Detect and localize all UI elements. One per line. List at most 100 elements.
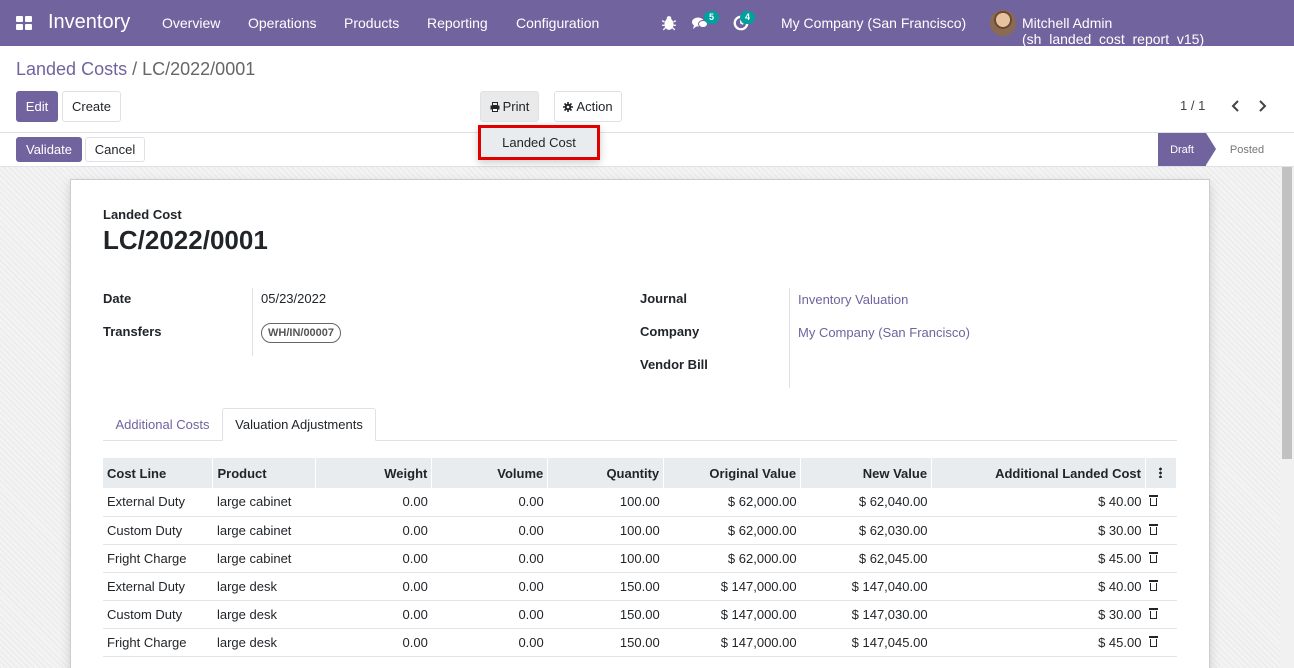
status-draft[interactable]: Draft [1158, 133, 1216, 166]
gear-icon [563, 101, 574, 112]
tab-additional-costs[interactable]: Additional Costs [103, 408, 222, 441]
vendor-bill-label: Vendor Bill [640, 357, 708, 372]
cell-quantity: 150.00 [619, 578, 660, 594]
breadcrumb-separator: / [132, 59, 138, 79]
vertical-scrollbar[interactable] [1280, 133, 1294, 668]
cell-quantity: 100.00 [619, 522, 660, 538]
table-row[interactable]: External Duty large desk 0.00 0.00 150.00 $ 1… [103, 572, 1177, 600]
cell-cost-line: Custom Duty [107, 606, 183, 622]
cell-additional-landed-cost: $ 40.00 [1098, 494, 1142, 510]
menu-operations[interactable]: Operations [248, 15, 316, 31]
table-row[interactable]: Fright Charge large cabinet 0.00 0.00 100.00… [103, 544, 1177, 572]
cell-quantity: 150.00 [619, 606, 660, 622]
trash-icon[interactable] [1149, 607, 1159, 619]
left-field-divider [252, 288, 253, 356]
column-additional-landed-cost[interactable]: Additional Landed Cost [931, 458, 1146, 488]
activities-count-badge: 4 [740, 11, 755, 24]
menu-reporting[interactable]: Reporting [427, 15, 488, 31]
pager-value[interactable]: 1 / 1 [1180, 98, 1205, 113]
action-button[interactable]: Action [554, 91, 622, 122]
scroll-thumb[interactable] [1282, 149, 1292, 459]
notebook-tabs: Additional Costs Valuation Adjustments [103, 408, 1177, 441]
column-original-value[interactable]: Original Value [663, 458, 802, 488]
cell-new-value: $ 62,045.00 [858, 550, 928, 566]
date-field[interactable]: 05/23/2022 [261, 291, 326, 306]
validate-button[interactable]: Validate [16, 137, 82, 162]
menu-products[interactable]: Products [344, 15, 399, 31]
cell-cost-line: Fright Charge [107, 634, 187, 650]
cell-original-value: $ 62,000.00 [727, 494, 797, 510]
cell-cost-line: External Duty [107, 494, 186, 510]
trash-icon[interactable] [1149, 551, 1159, 563]
optional-columns-toggle[interactable] [1145, 458, 1178, 488]
journal-field[interactable]: Inventory Valuation [798, 292, 908, 307]
cell-quantity: 150.00 [619, 634, 660, 650]
cell-weight: 0.00 [402, 550, 428, 566]
column-new-value[interactable]: New Value [800, 458, 933, 488]
printer-icon [490, 101, 500, 112]
company-switcher[interactable]: My Company (San Francisco) [781, 15, 966, 31]
table-row[interactable]: Fright Charge large desk 0.00 0.00 150.00 $ 1… [103, 628, 1177, 656]
kebab-menu-icon[interactable] [1159, 466, 1163, 478]
cell-product: large desk [216, 634, 277, 650]
cell-cost-line: External Duty [107, 578, 186, 594]
column-cost-line[interactable]: Cost Line [103, 458, 214, 488]
row-delete-cell [1145, 600, 1176, 628]
trash-icon[interactable] [1149, 523, 1159, 535]
column-weight[interactable]: Weight [315, 458, 433, 488]
cell-weight: 0.00 [402, 578, 428, 594]
table-row[interactable]: Custom Duty large cabinet 0.00 0.00 100.00 $ … [103, 516, 1177, 544]
cell-product: large desk [216, 578, 277, 594]
breadcrumb-current: LC/2022/0001 [142, 59, 256, 79]
print-dropdown-menu: Landed Cost [478, 125, 600, 160]
transfer-tag[interactable]: WH/IN/00007 [261, 323, 342, 343]
transfers-label: Transfers [103, 324, 162, 339]
breadcrumb-landed-costs[interactable]: Landed Costs [16, 59, 127, 79]
cell-original-value: $ 147,000.00 [720, 578, 797, 594]
column-quantity[interactable]: Quantity [547, 458, 665, 488]
cell-new-value: $ 147,040.00 [851, 578, 928, 594]
app-title[interactable]: Inventory [48, 11, 130, 34]
cell-weight: 0.00 [402, 494, 428, 510]
print-button[interactable]: Print [480, 91, 539, 122]
bug-icon[interactable] [661, 15, 677, 31]
cell-additional-landed-cost: $ 40.00 [1098, 578, 1142, 594]
breadcrumb: Landed Costs / LC/2022/0001 [16, 59, 255, 80]
trash-icon[interactable] [1149, 579, 1159, 591]
user-menu[interactable]: Mitchell Admin (sh_landed_cost_report_v1… [1022, 15, 1294, 47]
document-type-label: Landed Cost [103, 207, 182, 222]
pager-next-icon[interactable] [1258, 100, 1268, 112]
cell-original-value: $ 62,000.00 [727, 522, 797, 538]
column-volume[interactable]: Volume [431, 458, 549, 488]
row-delete-cell [1145, 628, 1176, 656]
right-field-divider [789, 288, 790, 388]
trash-icon[interactable] [1149, 635, 1159, 647]
row-delete-cell [1145, 572, 1176, 600]
edit-button[interactable]: Edit [16, 91, 58, 122]
apps-menu-icon[interactable] [16, 16, 32, 30]
menu-overview[interactable]: Overview [162, 15, 220, 31]
print-landed-cost-item[interactable]: Landed Cost [481, 128, 597, 157]
menu-configuration[interactable]: Configuration [516, 15, 599, 31]
cell-new-value: $ 62,030.00 [858, 522, 928, 538]
table-row[interactable]: External Duty large cabinet 0.00 0.00 100.00… [103, 488, 1177, 516]
cancel-button[interactable]: Cancel [85, 137, 145, 162]
cell-volume: 0.00 [518, 634, 544, 650]
cell-weight: 0.00 [402, 606, 428, 622]
cell-cost-line: Fright Charge [107, 550, 187, 566]
status-posted[interactable]: Posted [1222, 133, 1272, 166]
column-product[interactable]: Product [212, 458, 317, 488]
table-row[interactable]: Custom Duty large desk 0.00 0.00 150.00 $ 147… [103, 600, 1177, 628]
cell-product: large cabinet [216, 550, 292, 566]
user-avatar[interactable] [990, 10, 1016, 36]
form-sheet: Landed Cost LC/2022/0001 Date 05/23/2022… [70, 179, 1210, 668]
company-label: Company [640, 324, 700, 339]
tab-valuation-adjustments[interactable]: Valuation Adjustments [222, 408, 376, 441]
journal-label: Journal [640, 291, 687, 306]
cell-volume: 0.00 [518, 522, 544, 538]
trash-icon[interactable] [1149, 495, 1159, 507]
pager-previous-icon[interactable] [1230, 100, 1240, 112]
create-button[interactable]: Create [62, 91, 121, 122]
company-field[interactable]: My Company (San Francisco) [798, 325, 970, 340]
row-delete-cell [1145, 516, 1176, 544]
